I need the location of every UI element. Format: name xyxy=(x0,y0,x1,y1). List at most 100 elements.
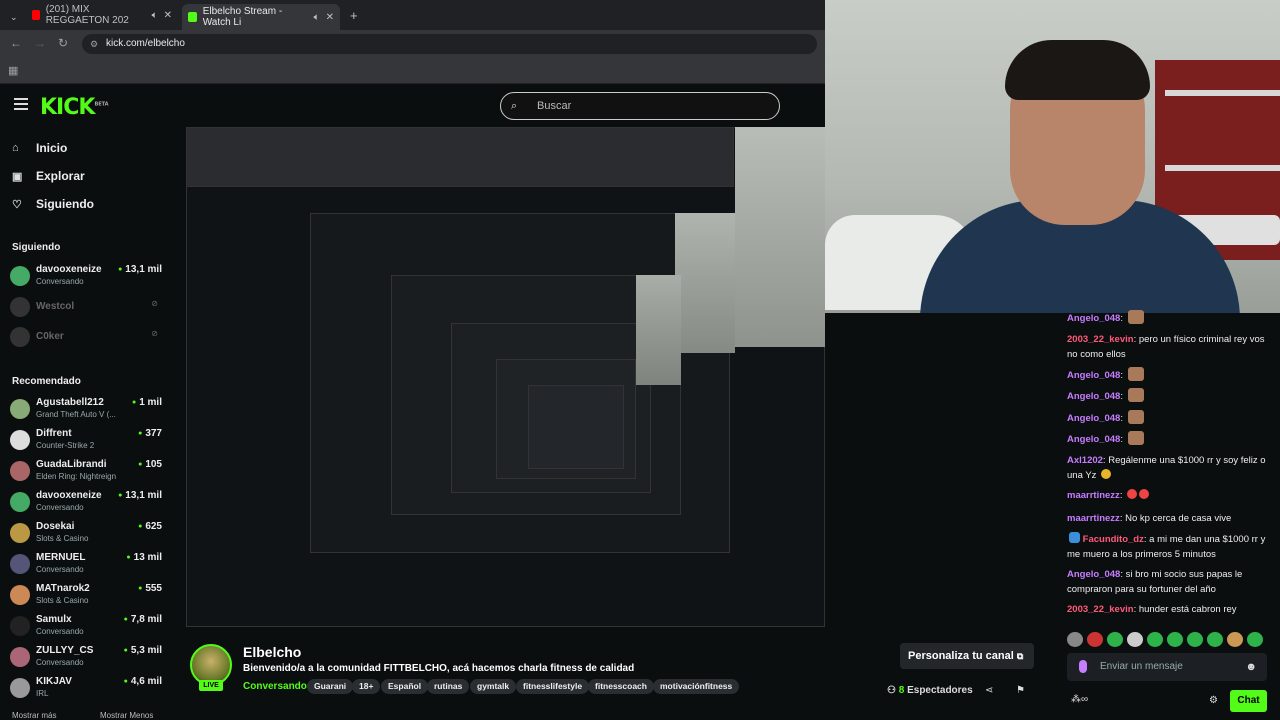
tag-pill[interactable]: gymtalk xyxy=(470,679,517,694)
chat-username[interactable]: maarrtinezz xyxy=(1067,513,1120,524)
chat-username[interactable]: Angelo_048 xyxy=(1067,434,1120,445)
show-less-link[interactable]: Mostrar Menos xyxy=(100,711,153,720)
channel-name[interactable]: Elbelcho xyxy=(243,644,301,660)
apps-grid-icon[interactable]: ▦ xyxy=(8,64,18,77)
recommended-channel[interactable]: Diffrent Counter-Strike 2 377 xyxy=(10,426,162,454)
speaker-icon[interactable]: 🔈︎ xyxy=(152,10,158,21)
tag-pill[interactable]: 18+ xyxy=(352,679,381,694)
speaker-icon[interactable]: 🔈︎ xyxy=(314,12,320,23)
recommended-channel[interactable]: GuadaLibrandi Elden Ring: Nightreign 105 xyxy=(10,457,162,485)
emote-icon[interactable] xyxy=(1187,632,1203,647)
chat-text: hunder está cabron rey xyxy=(1138,604,1237,615)
following-channel[interactable]: C0ker ⊘ xyxy=(10,323,162,351)
channel-category: Conversando xyxy=(36,503,84,512)
emoji-picker-icon[interactable]: ☻ xyxy=(1245,653,1257,681)
avatar xyxy=(10,297,30,317)
emote-icon[interactable] xyxy=(1127,632,1143,647)
channel-name: C0ker xyxy=(36,331,64,342)
close-icon[interactable]: ✕ xyxy=(164,10,172,21)
personaliza-canal-button[interactable]: Personaliza tu canal ⧉ xyxy=(900,643,1034,669)
stream-category[interactable]: Conversando xyxy=(243,681,307,692)
tag-pill[interactable]: motivaciónfitness xyxy=(653,679,740,694)
recommended-channel[interactable]: davooxeneize Conversando 13,1 mil xyxy=(10,488,162,516)
chat-username[interactable]: Angelo_048 xyxy=(1067,569,1120,580)
url-field[interactable]: ⚙ kick.com/elbelcho xyxy=(82,34,817,54)
browser-tab-youtube[interactable]: (201) MIX REGGAETON 202 🔈︎ ✕ xyxy=(26,4,178,26)
tab-title: (201) MIX REGGAETON 202 xyxy=(45,4,129,26)
reload-icon[interactable]: ↻ xyxy=(58,36,68,50)
following-channel[interactable]: davooxeneize Conversando 13,1 mil xyxy=(10,262,162,290)
send-chat-button[interactable]: Chat xyxy=(1230,690,1267,712)
chat-message: Angelo_048: xyxy=(1067,410,1275,426)
tag-pill[interactable]: fitnesslifestyle xyxy=(516,679,590,694)
emote-icon[interactable] xyxy=(1247,632,1263,647)
recommended-channel[interactable]: Samulx Conversando 7,8 mil xyxy=(10,612,162,640)
forward-arrow-icon[interactable]: → xyxy=(34,36,46,50)
emote-icon[interactable] xyxy=(1087,632,1103,647)
recommended-channel[interactable]: Agustabell212 Grand Theft Auto V (... 1 mi… xyxy=(10,395,162,423)
new-tab-button[interactable]: + xyxy=(344,4,364,26)
mic-icon[interactable] xyxy=(1079,660,1087,673)
kick-logo[interactable]: KICKBETA xyxy=(40,95,109,120)
chat-username[interactable]: 2003_22_kevin xyxy=(1067,604,1134,615)
site-info-icon[interactable]: ⚙ xyxy=(90,34,98,54)
back-arrow-icon[interactable]: ← xyxy=(10,36,22,50)
tag-pill[interactable]: rutinas xyxy=(427,679,470,694)
emote-icon[interactable] xyxy=(1167,632,1183,647)
users-icon[interactable]: ⁂∞ xyxy=(1071,694,1088,705)
chat-username[interactable]: Angelo_048 xyxy=(1067,370,1120,381)
sidebar-item-explorar[interactable]: ▣ Explorar xyxy=(12,169,85,183)
chat-username[interactable]: Angelo_048 xyxy=(1067,391,1120,402)
viewer-count: 555 xyxy=(138,583,162,594)
chat-username[interactable]: Facundito_dz xyxy=(1083,534,1144,545)
channel-category: Slots & Casino xyxy=(36,534,89,543)
avatar xyxy=(10,616,30,636)
recommended-channel[interactable]: Dosekai Slots & Casino 625 xyxy=(10,519,162,547)
chat-username[interactable]: Axl1202 xyxy=(1067,455,1103,466)
browser-tab-kick[interactable]: Elbelcho Stream - Watch Li 🔈︎ ✕ xyxy=(182,4,340,30)
share-icon[interactable]: ⋖ xyxy=(985,685,993,696)
chat-username[interactable]: Angelo_048 xyxy=(1067,413,1120,424)
recommended-channel[interactable]: MATnarok2 Slots & Casino 555 xyxy=(10,581,162,609)
close-icon[interactable]: ✕ xyxy=(326,12,334,23)
emote-icon[interactable] xyxy=(1107,632,1123,647)
channel-category: Counter-Strike 2 xyxy=(36,441,95,450)
stream-video-player[interactable] xyxy=(186,127,825,627)
recommended-channel[interactable]: KIKJAV IRL 4,6 mil xyxy=(10,674,162,702)
chat-message: 2003_22_kevin: hunder está cabron rey xyxy=(1067,604,1237,615)
chat-username[interactable]: Angelo_048 xyxy=(1067,313,1120,324)
channel-name: MERNUEL xyxy=(36,552,86,563)
channel-category: Conversando xyxy=(36,658,84,667)
menu-icon[interactable] xyxy=(14,98,28,110)
recommended-channel[interactable]: MERNUEL Conversando 13 mil xyxy=(10,550,162,578)
sidebar-item-siguiendo[interactable]: ♡ Siguiendo xyxy=(12,197,94,211)
show-more-link[interactable]: Mostrar más xyxy=(12,711,56,720)
recommended-channel[interactable]: ZULLYY_CS Conversando 5,3 mil xyxy=(10,643,162,671)
chat-input[interactable]: Enviar un mensaje ☻ xyxy=(1067,653,1267,681)
channel-name: KIKJAV xyxy=(36,676,72,687)
emote-icon[interactable] xyxy=(1207,632,1223,647)
chat-username[interactable]: 2003_22_kevin xyxy=(1067,334,1134,345)
avatar xyxy=(10,647,30,667)
channel-category: Conversando xyxy=(36,627,84,636)
webcam-overlay xyxy=(825,0,1280,313)
emote-icon[interactable] xyxy=(1067,632,1083,647)
nav-label: Inicio xyxy=(36,141,68,155)
report-user-icon[interactable]: ⚑ xyxy=(1016,685,1025,696)
emote-icon[interactable] xyxy=(1227,632,1243,647)
following-channel[interactable]: Westcol ⊘ xyxy=(10,293,162,321)
tag-pill[interactable]: Español xyxy=(381,679,429,694)
channel-category: IRL xyxy=(36,689,49,698)
tag-pill[interactable]: fitnesscoach xyxy=(588,679,654,694)
tab-list-button[interactable]: ⌄ xyxy=(4,6,24,28)
video-frame xyxy=(528,385,624,469)
sidebar-item-inicio[interactable]: ⌂ Inicio xyxy=(12,141,67,155)
avatar xyxy=(10,585,30,605)
chat-username[interactable]: maarrtinezz xyxy=(1067,490,1120,501)
offline-icon: ⊘ xyxy=(151,299,158,308)
settings-gear-icon[interactable]: ⚙ xyxy=(1209,695,1218,706)
tag-pill[interactable]: Guarani xyxy=(307,679,354,694)
viewer-count: 377 xyxy=(138,428,162,439)
emote-icon[interactable] xyxy=(1147,632,1163,647)
search-input[interactable]: ⌕ Buscar xyxy=(500,92,780,120)
